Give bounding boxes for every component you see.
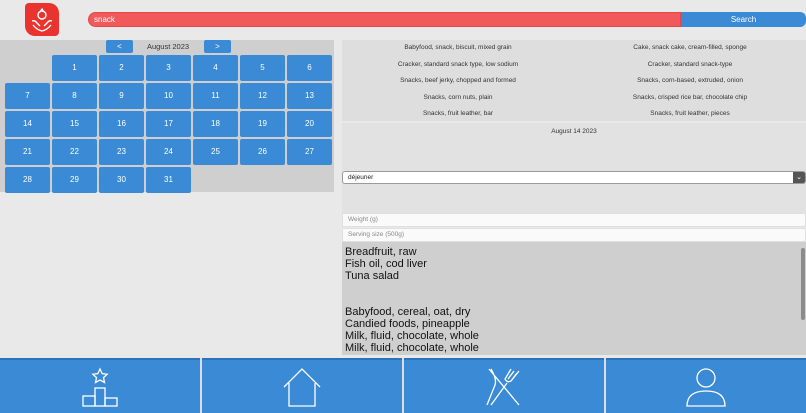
calendar-blank-cell: [5, 55, 50, 81]
food-list-item[interactable]: Milk, fluid, chocolate, whole: [342, 330, 806, 342]
search-result-item[interactable]: Snacks, corn nuts, plain: [342, 93, 574, 102]
calendar-day[interactable]: 16: [99, 111, 144, 137]
calendar-day[interactable]: 6: [287, 55, 332, 81]
food-list-item[interactable]: Milk, fluid, chocolate, whole: [342, 342, 806, 354]
user-icon: [686, 367, 726, 407]
search-results: Babyfood, snack, biscuit, mixed grain Cak…: [342, 40, 806, 121]
food-list-item[interactable]: [342, 282, 806, 294]
search-result-item[interactable]: Snacks, corn-based, extruded, onion: [574, 76, 806, 85]
calendar-header: < August 2023 >: [0, 40, 334, 54]
calendar-day[interactable]: 19: [240, 111, 285, 137]
calendar-day[interactable]: 10: [146, 83, 191, 109]
scrollbar[interactable]: [801, 248, 805, 320]
calendar-day[interactable]: 23: [99, 139, 144, 165]
tab-home[interactable]: [202, 358, 402, 413]
calendar-day[interactable]: 26: [240, 139, 285, 165]
food-list-item[interactable]: Breadfruit, raw: [342, 246, 806, 258]
logo-icon: [31, 7, 53, 32]
day-panel: [342, 123, 806, 213]
calendar-day[interactable]: 12: [240, 83, 285, 109]
calendar-day[interactable]: 27: [287, 139, 332, 165]
meal-select-value: déjeuner: [348, 174, 374, 181]
calendar-day[interactable]: 20: [287, 111, 332, 137]
selected-date: August 14 2023: [551, 128, 597, 135]
search-result-item[interactable]: Snacks, fruit leather, pieces: [574, 109, 806, 118]
next-month-button[interactable]: >: [204, 40, 231, 53]
search-result-item[interactable]: Snacks, beef jerky, chopped and formed: [342, 76, 574, 85]
food-list-item[interactable]: Fish oil, cod liver: [342, 258, 806, 270]
calendar-day[interactable]: 7: [5, 83, 50, 109]
meal-select[interactable]: déjeuner ⌄: [342, 171, 806, 184]
food-list-item[interactable]: Tuna salad: [342, 270, 806, 282]
calendar-day[interactable]: 9: [99, 83, 144, 109]
calendar-day[interactable]: 29: [52, 167, 97, 193]
serving-size-input[interactable]: Serving size (500g): [342, 228, 806, 242]
calendar-day[interactable]: 24: [146, 139, 191, 165]
calendar-day[interactable]: 25: [193, 139, 238, 165]
podium-star-icon: [82, 366, 118, 407]
food-list-item[interactable]: Candied foods, pineapple: [342, 318, 806, 330]
search-result-item[interactable]: Cake, snack cake, cream-filled, sponge: [574, 43, 806, 52]
tab-leaderboard[interactable]: [0, 358, 200, 413]
home-icon: [283, 367, 321, 407]
food-list[interactable]: Breadfruit, raw Fish oil, cod liver Tuna s…: [342, 242, 806, 355]
search-result-item[interactable]: Snacks, crisped rice bar, chocolate chip: [574, 93, 806, 102]
calendar-day[interactable]: 8: [52, 83, 97, 109]
tab-meals[interactable]: [404, 358, 604, 413]
search-result-item[interactable]: Snacks, fruit leather, bar: [342, 109, 574, 118]
calendar-day[interactable]: 21: [5, 139, 50, 165]
search-input[interactable]: snack: [88, 12, 681, 27]
calendar-day[interactable]: 5: [240, 55, 285, 81]
food-list-item[interactable]: [342, 294, 806, 306]
calendar-day[interactable]: 2: [99, 55, 144, 81]
calendar-day[interactable]: 22: [52, 139, 97, 165]
calendar-day[interactable]: 3: [146, 55, 191, 81]
prev-month-button[interactable]: <: [106, 40, 133, 53]
calendar-day[interactable]: 17: [146, 111, 191, 137]
chevron-down-icon[interactable]: ⌄: [793, 172, 805, 183]
fork-knife-icon: [486, 368, 520, 405]
calendar-grid: 1 2 3 4 5 6 7 8 9 10 11 12 13 14 15 16 17 18 19 20 21 22 23 24 2…: [5, 55, 333, 193]
month-label: August 2023: [146, 42, 190, 51]
calendar-day[interactable]: 31: [146, 167, 191, 193]
calendar-day[interactable]: 15: [52, 111, 97, 137]
bottom-tab-bar: [0, 358, 806, 413]
calendar-day[interactable]: 14: [5, 111, 50, 137]
calendar-day[interactable]: 18: [193, 111, 238, 137]
calendar-day[interactable]: 28: [5, 167, 50, 193]
calendar-day[interactable]: 1: [52, 55, 97, 81]
search-button[interactable]: Search: [681, 12, 806, 27]
calendar-day[interactable]: 30: [99, 167, 144, 193]
calendar-day[interactable]: 11: [193, 83, 238, 109]
calendar-day[interactable]: 13: [287, 83, 332, 109]
weight-input[interactable]: Weight (g): [342, 213, 806, 227]
search-result-item[interactable]: Babyfood, snack, biscuit, mixed grain: [342, 43, 574, 52]
calendar-day[interactable]: 4: [193, 55, 238, 81]
search-result-item[interactable]: Cracker, standard snack type, low sodium: [342, 60, 574, 69]
search-result-item[interactable]: Cracker, standard snack-type: [574, 60, 806, 69]
tab-profile[interactable]: [606, 358, 806, 413]
food-list-item[interactable]: Babyfood, cereal, oat, dry: [342, 306, 806, 318]
app-logo: [25, 3, 59, 36]
